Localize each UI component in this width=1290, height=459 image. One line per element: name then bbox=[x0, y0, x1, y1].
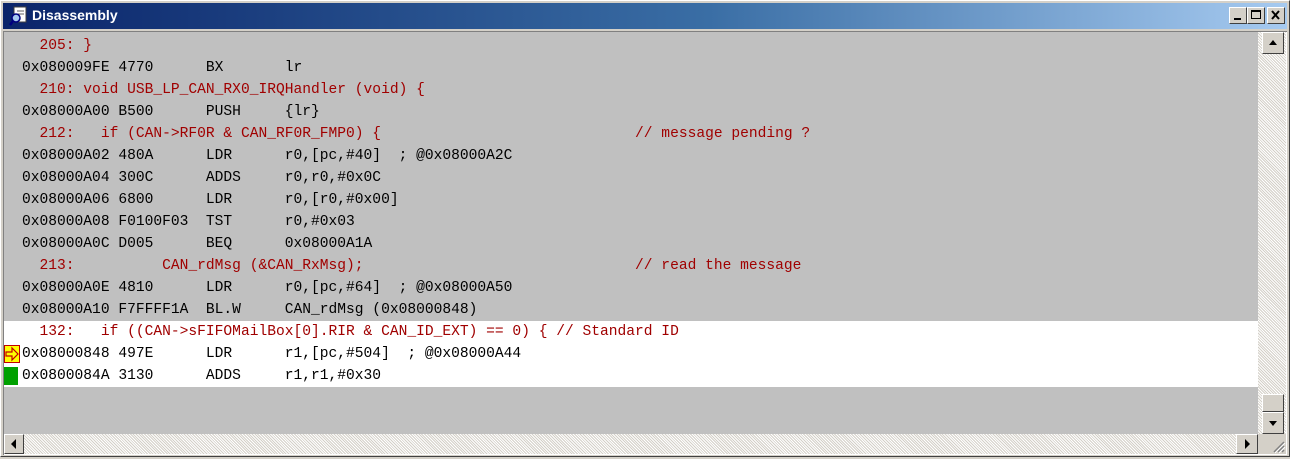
title-bar[interactable]: Disassembly bbox=[3, 3, 1287, 29]
horizontal-scrollbar[interactable] bbox=[4, 434, 1258, 454]
asm-line-text: 0x08000A10 F7FFFF1A BL.W CAN_rdMsg (0x08… bbox=[22, 302, 478, 318]
source-line-text: 212: if (CAN->RF0R & CAN_RF0R_FMP0) { //… bbox=[22, 126, 811, 142]
asm-line[interactable]: 0x08000A0C D005 BEQ 0x08000A1A bbox=[4, 233, 1258, 255]
code-listing[interactable]: 205: } 0x080009FE 4770 BX lr 210: void US… bbox=[4, 32, 1258, 434]
asm-line[interactable]: 0x08000A04 300C ADDS r0,r0,#0x0C bbox=[4, 167, 1258, 189]
maximize-button[interactable] bbox=[1247, 7, 1265, 24]
disassembly-window: Disassembly 205: } 0x080009FE 4770 BX lr … bbox=[0, 0, 1290, 457]
asm-line-text: 0x08000A0C D005 BEQ 0x08000A1A bbox=[22, 236, 373, 252]
source-line[interactable]: 132: if ((CAN->sFIFOMailBox[0].RIR & CAN… bbox=[4, 321, 1258, 343]
minimize-icon bbox=[1234, 18, 1241, 20]
asm-line-text: 0x0800084A 3130 ADDS r1,r1,#0x30 bbox=[22, 368, 382, 384]
asm-line-text: 0x08000A0E 4810 LDR r0,[pc,#64] ; @0x080… bbox=[22, 280, 513, 296]
asm-line-text: 0x080009FE 4770 BX lr bbox=[22, 60, 303, 76]
scroll-thumb[interactable] bbox=[1262, 394, 1284, 412]
source-line-text: 132: if ((CAN->sFIFOMailBox[0].RIR & CAN… bbox=[22, 324, 679, 340]
minimize-button[interactable] bbox=[1229, 7, 1247, 24]
source-line[interactable]: 212: if (CAN->RF0R & CAN_RF0R_FMP0) { //… bbox=[4, 123, 1258, 145]
asm-line[interactable]: 0x080009FE 4770 BX lr bbox=[4, 57, 1258, 79]
resize-grip-icon bbox=[1273, 441, 1286, 454]
asm-line[interactable]: 0x08000848 497E LDR r1,[pc,#504] ; @0x08… bbox=[4, 343, 1258, 365]
source-line[interactable]: 205: } bbox=[4, 35, 1258, 57]
asm-line-text: 0x08000A06 6800 LDR r0,[r0,#0x00] bbox=[22, 192, 399, 208]
green-bar-marker bbox=[4, 367, 18, 385]
source-line-text: 213: CAN_rdMsg (&CAN_RxMsg); // read the… bbox=[22, 258, 802, 274]
source-line[interactable]: 210: void USB_LP_CAN_RX0_IRQHandler (voi… bbox=[4, 79, 1258, 101]
scroll-left-button[interactable] bbox=[4, 434, 24, 454]
source-line-text: 205: } bbox=[22, 38, 93, 54]
disassembly-pane: 205: } 0x080009FE 4770 BX lr 210: void US… bbox=[3, 31, 1287, 455]
asm-line[interactable]: 0x0800084A 3130 ADDS r1,r1,#0x30 bbox=[4, 365, 1258, 387]
asm-line[interactable]: 0x08000A02 480A LDR r0,[pc,#40] ; @0x080… bbox=[4, 145, 1258, 167]
asm-line-text: 0x08000A02 480A LDR r0,[pc,#40] ; @0x080… bbox=[22, 148, 513, 164]
execution-arrow-icon bbox=[4, 345, 20, 363]
scroll-left-icon bbox=[11, 439, 16, 449]
source-line[interactable]: 213: CAN_rdMsg (&CAN_RxMsg); // read the… bbox=[4, 255, 1258, 277]
asm-line[interactable]: 0x08000A06 6800 LDR r0,[r0,#0x00] bbox=[4, 189, 1258, 211]
asm-line[interactable]: 0x08000A00 B500 PUSH {lr} bbox=[4, 101, 1258, 123]
asm-line-text: 0x08000848 497E LDR r1,[pc,#504] ; @0x08… bbox=[22, 346, 522, 362]
disassembly-icon bbox=[9, 6, 29, 26]
window-title: Disassembly bbox=[32, 7, 118, 23]
asm-line-text: 0x08000A08 F0100F03 TST r0,#0x03 bbox=[22, 214, 355, 230]
size-grip[interactable] bbox=[1258, 434, 1286, 454]
close-icon bbox=[1271, 10, 1280, 20]
scroll-right-icon bbox=[1245, 439, 1250, 449]
scroll-up-button[interactable] bbox=[1262, 32, 1284, 54]
asm-line-text: 0x08000A04 300C ADDS r0,r0,#0x0C bbox=[22, 170, 382, 186]
asm-line[interactable]: 0x08000A08 F0100F03 TST r0,#0x03 bbox=[4, 211, 1258, 233]
source-line-text: 210: void USB_LP_CAN_RX0_IRQHandler (voi… bbox=[22, 82, 425, 98]
vertical-scrollbar[interactable] bbox=[1258, 32, 1286, 434]
asm-line[interactable]: 0x08000A0E 4810 LDR r0,[pc,#64] ; @0x080… bbox=[4, 277, 1258, 299]
scroll-right-button[interactable] bbox=[1236, 434, 1258, 454]
asm-line[interactable]: 0x08000A10 F7FFFF1A BL.W CAN_rdMsg (0x08… bbox=[4, 299, 1258, 321]
asm-line-text: 0x08000A00 B500 PUSH {lr} bbox=[22, 104, 320, 120]
scroll-down-icon bbox=[1269, 421, 1277, 426]
scroll-down-button[interactable] bbox=[1262, 412, 1284, 434]
scroll-up-icon bbox=[1269, 40, 1277, 45]
maximize-icon bbox=[1251, 10, 1261, 19]
close-button[interactable] bbox=[1267, 7, 1285, 24]
